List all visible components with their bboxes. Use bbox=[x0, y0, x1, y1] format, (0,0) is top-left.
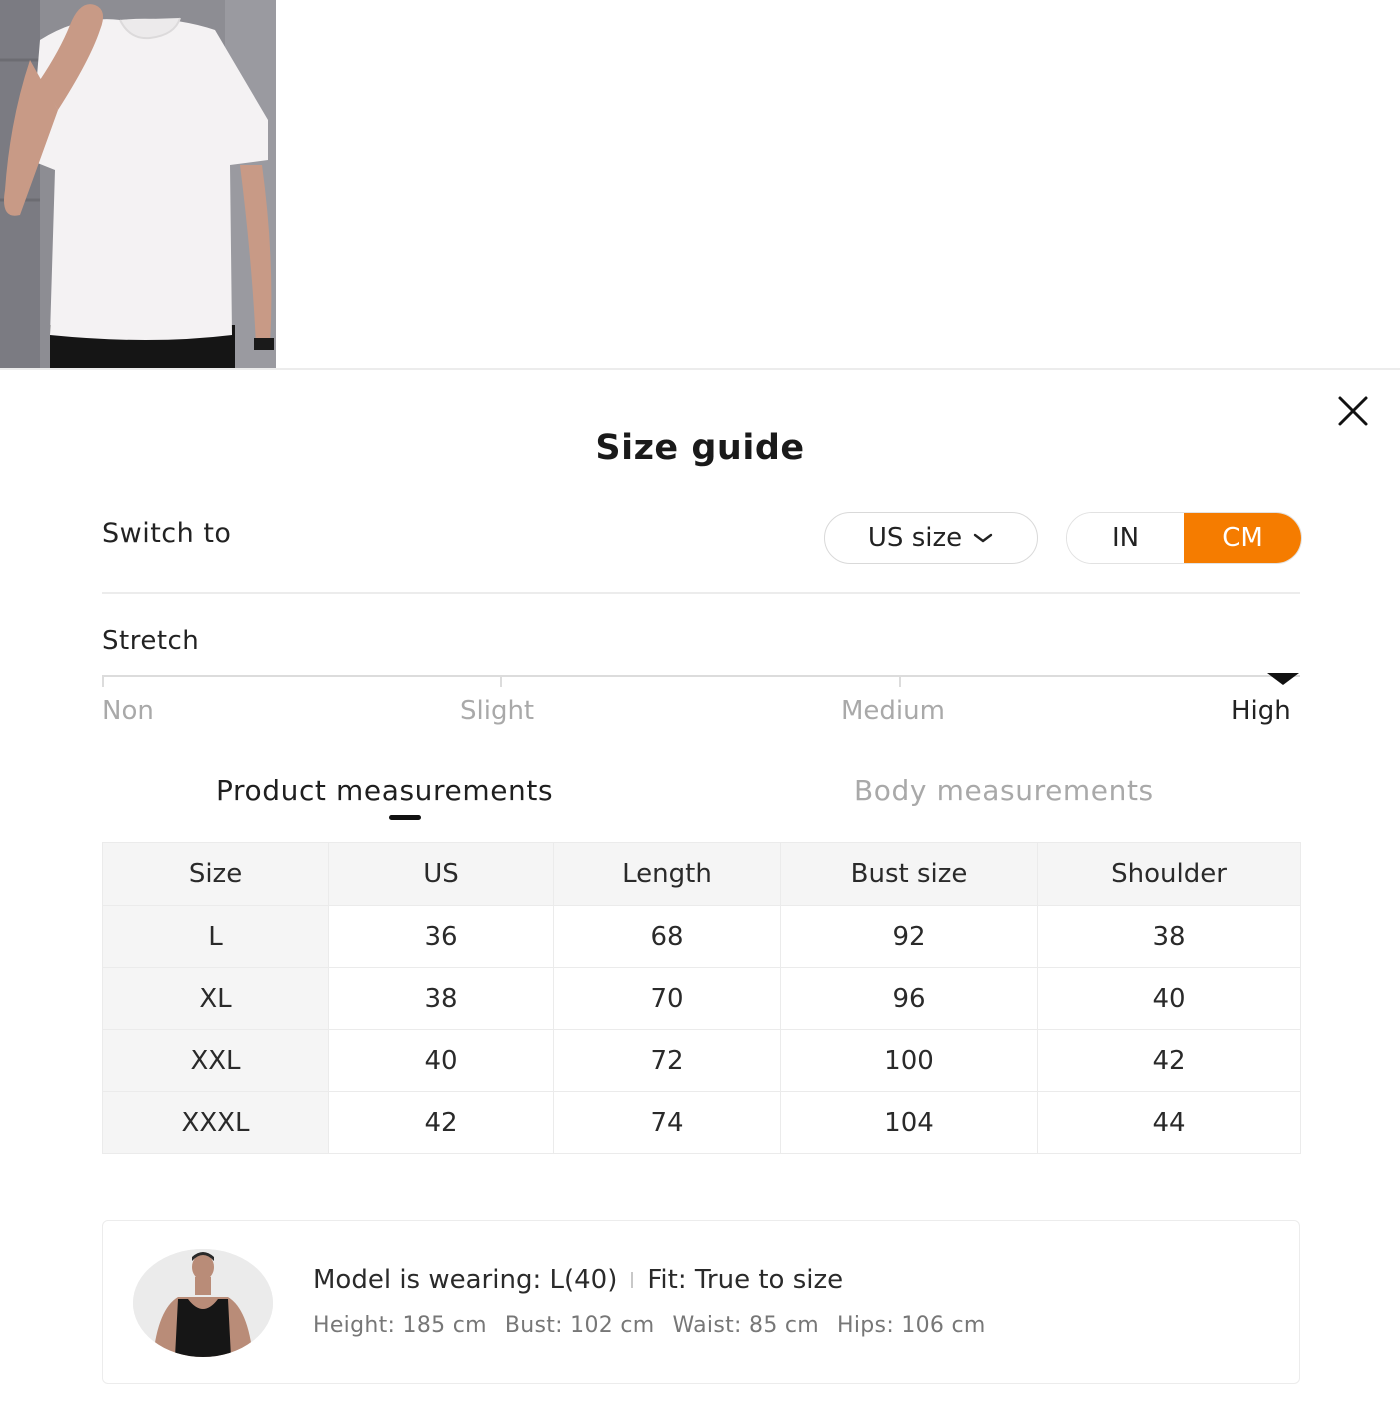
header-us: US bbox=[328, 842, 554, 906]
model-bust: Bust: 102 cm bbox=[504, 1313, 655, 1338]
model-avatar bbox=[133, 1249, 273, 1357]
header-size: Size bbox=[102, 842, 329, 906]
header-length: Length bbox=[553, 842, 781, 906]
table-header-row: Size US Length Bust size Shoulder bbox=[102, 842, 1301, 906]
cell-bust-size: 96 bbox=[780, 967, 1038, 1030]
stretch-level-slight: Slight bbox=[460, 696, 535, 726]
cell-length: 68 bbox=[553, 905, 781, 968]
stretch-marker-icon bbox=[1267, 673, 1299, 685]
separator bbox=[631, 1272, 634, 1288]
chevron-down-icon bbox=[973, 533, 993, 543]
header-bust-size: Bust size bbox=[780, 842, 1038, 906]
cell-length: 72 bbox=[553, 1029, 781, 1092]
size-table: Size US Length Bust size Shoulder L 36 6… bbox=[102, 842, 1301, 1154]
stretch-scale bbox=[102, 675, 1300, 677]
cell-us: 36 bbox=[328, 905, 554, 968]
model-height: Height: 185 cm bbox=[313, 1313, 487, 1338]
model-measurements: Height: 185 cm Bust: 102 cm Waist: 85 cm… bbox=[313, 1313, 986, 1338]
stretch-level-medium: Medium bbox=[841, 696, 945, 726]
stretch-label: Stretch bbox=[102, 626, 200, 656]
size-system-value: US size bbox=[867, 523, 963, 553]
unit-in-button[interactable]: IN bbox=[1067, 513, 1184, 563]
cell-bust-size: 104 bbox=[780, 1091, 1038, 1154]
cell-shoulder: 42 bbox=[1037, 1029, 1301, 1092]
cell-length: 70 bbox=[553, 967, 781, 1030]
product-photo bbox=[0, 0, 276, 368]
cell-us: 38 bbox=[328, 967, 554, 1030]
stretch-tick bbox=[899, 675, 901, 687]
unit-toggle: IN CM bbox=[1066, 512, 1302, 564]
cell-size: L bbox=[102, 905, 329, 968]
cell-shoulder: 40 bbox=[1037, 967, 1301, 1030]
cell-length: 74 bbox=[553, 1091, 781, 1154]
tab-body-measurements[interactable]: Body measurements bbox=[854, 774, 1154, 807]
cell-us: 40 bbox=[328, 1029, 554, 1092]
active-tab-indicator bbox=[389, 815, 421, 820]
divider bbox=[102, 592, 1300, 594]
close-icon bbox=[1338, 396, 1368, 426]
page-title: Size guide bbox=[595, 428, 805, 468]
table-row: XXL 40 72 100 42 bbox=[102, 1029, 1301, 1092]
model-fit: Fit: True to size bbox=[647, 1265, 844, 1295]
cell-size: XL bbox=[102, 967, 329, 1030]
size-system-dropdown[interactable]: US size bbox=[824, 512, 1038, 564]
tab-product-measurements[interactable]: Product measurements bbox=[216, 774, 553, 807]
model-summary: Model is wearing: L(40) Fit: True to siz… bbox=[313, 1265, 843, 1295]
unit-cm-button[interactable]: CM bbox=[1184, 513, 1301, 563]
model-hips: Hips: 106 cm bbox=[837, 1313, 986, 1338]
stretch-tick bbox=[500, 675, 502, 687]
size-guide-sheet: Size guide Switch to US size IN CM Stret… bbox=[0, 368, 1400, 1402]
table-row: XXXL 42 74 104 44 bbox=[102, 1091, 1301, 1154]
model-wearing: Model is wearing: L(40) bbox=[313, 1265, 618, 1295]
cell-shoulder: 44 bbox=[1037, 1091, 1301, 1154]
model-waist: Waist: 85 cm bbox=[672, 1313, 820, 1338]
table-row: XL 38 70 96 40 bbox=[102, 967, 1301, 1030]
cell-bust-size: 92 bbox=[780, 905, 1038, 968]
stretch-level-non: Non bbox=[102, 696, 154, 726]
cell-size: XXL bbox=[102, 1029, 329, 1092]
cell-us: 42 bbox=[328, 1091, 554, 1154]
stretch-level-high: High bbox=[1231, 696, 1291, 726]
cell-bust-size: 100 bbox=[780, 1029, 1038, 1092]
model-info-card: Model is wearing: L(40) Fit: True to siz… bbox=[102, 1220, 1300, 1384]
cell-shoulder: 38 bbox=[1037, 905, 1301, 968]
close-button[interactable] bbox=[1336, 394, 1370, 428]
stretch-tick bbox=[102, 675, 104, 687]
switch-to-label: Switch to bbox=[102, 518, 232, 549]
table-row: L 36 68 92 38 bbox=[102, 905, 1301, 968]
cell-size: XXXL bbox=[102, 1091, 329, 1154]
header-shoulder: Shoulder bbox=[1037, 842, 1301, 906]
